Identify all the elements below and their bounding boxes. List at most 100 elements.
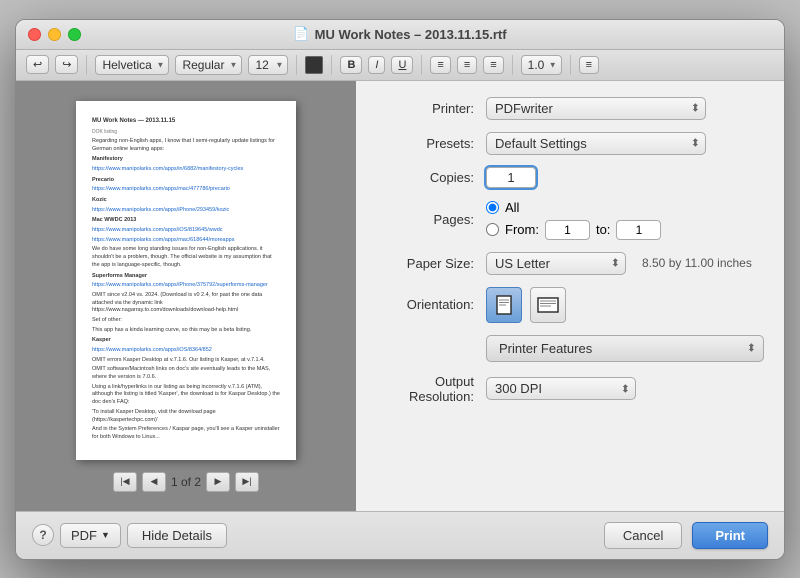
align-center-button[interactable]: ≡ xyxy=(457,56,477,74)
window-title: 📄 MU Work Notes – 2013.11.15.rtf xyxy=(293,26,506,42)
document-preview: MU Work Notes — 2013.11.15 DOK listing R… xyxy=(16,81,356,511)
minimize-button[interactable] xyxy=(48,28,61,41)
paper-size-select[interactable]: US Letter xyxy=(486,252,626,275)
underline-button[interactable]: U xyxy=(391,56,413,74)
pages-all-label: All xyxy=(505,200,519,215)
doc-icon: 📄 xyxy=(293,26,309,42)
toolbar-separator-6 xyxy=(570,55,571,75)
toolbar: ↩ ↪ Helvetica Regular 12 B I U ≡ ≡ ≡ xyxy=(16,50,784,81)
pages-to-label: to: xyxy=(596,222,610,237)
orientation-label: Orientation: xyxy=(376,297,486,312)
bold-button[interactable]: B xyxy=(340,56,362,74)
italic-button[interactable]: I xyxy=(368,56,385,74)
title-text: MU Work Notes – 2013.11.15.rtf xyxy=(315,27,507,42)
print-button[interactable]: Print xyxy=(692,522,768,549)
paper-size-row: Paper Size: US Letter 8.50 by 11.00 inch… xyxy=(376,252,764,275)
last-page-button[interactable]: ▶| xyxy=(235,472,259,492)
undo-button[interactable]: ↩ xyxy=(26,55,49,74)
toolbar-separator-4 xyxy=(421,55,422,75)
font-style-select[interactable]: Regular xyxy=(175,55,242,75)
window-controls xyxy=(28,28,81,41)
font-style-wrapper: Regular xyxy=(175,55,242,75)
printer-features-select-wrapper: Printer Features xyxy=(486,335,764,362)
bottom-left-controls: ? PDF ▼ Hide Details xyxy=(32,523,227,548)
page-info: 1 of 2 xyxy=(171,475,201,489)
pages-range-row: From: to: xyxy=(486,220,661,240)
printer-features-row: Printer Features xyxy=(376,335,764,362)
maximize-button[interactable] xyxy=(68,28,81,41)
pages-to-input[interactable] xyxy=(616,220,661,240)
prev-page-button[interactable]: ◀ xyxy=(142,472,166,492)
font-size-select[interactable]: 12 xyxy=(248,55,288,75)
copies-label: Copies: xyxy=(376,170,486,185)
pages-from-label: From: xyxy=(505,222,539,237)
title-bar: 📄 MU Work Notes – 2013.11.15.rtf xyxy=(16,20,784,50)
pages-all-radio[interactable] xyxy=(486,201,499,214)
page-navigation: |◀ ◀ 1 of 2 ▶ ▶| xyxy=(113,472,259,492)
output-resolution-label: Output Resolution: xyxy=(376,374,486,404)
pdf-button[interactable]: PDF ▼ xyxy=(60,523,121,548)
portrait-button[interactable] xyxy=(486,287,522,323)
orientation-control xyxy=(486,287,764,323)
pages-control: All From: to: xyxy=(486,200,764,240)
copies-row: Copies: xyxy=(376,167,764,188)
list-button[interactable]: ≡ xyxy=(579,56,599,74)
toolbar-separator-1 xyxy=(86,55,87,75)
printer-select-wrapper: PDFwriter xyxy=(486,97,706,120)
output-resolution-row: Output Resolution: 300 DPI xyxy=(376,374,764,404)
copies-control xyxy=(486,167,764,188)
help-button[interactable]: ? xyxy=(32,524,54,546)
printer-select[interactable]: PDFwriter xyxy=(486,97,706,120)
hide-details-button[interactable]: Hide Details xyxy=(127,523,227,548)
font-family-wrapper: Helvetica xyxy=(95,55,169,75)
print-options-panel: Printer: PDFwriter Presets: Default Sett… xyxy=(356,81,784,511)
bottom-right-controls: Cancel Print xyxy=(604,522,768,549)
pdf-label: PDF xyxy=(71,528,97,543)
pages-all-row: All xyxy=(486,200,661,215)
pages-from-radio[interactable] xyxy=(486,223,499,236)
first-page-button[interactable]: |◀ xyxy=(113,472,137,492)
toolbar-separator-3 xyxy=(331,55,332,75)
paper-size-label: Paper Size: xyxy=(376,256,486,271)
output-res-select-wrapper: 300 DPI xyxy=(486,377,636,400)
landscape-button[interactable] xyxy=(530,287,566,323)
main-content: MU Work Notes — 2013.11.15 DOK listing R… xyxy=(16,81,784,511)
line-spacing-wrapper: 1.0 xyxy=(521,55,562,75)
close-button[interactable] xyxy=(28,28,41,41)
text-color-button[interactable] xyxy=(305,56,323,74)
paper-size-control: US Letter 8.50 by 11.00 inches xyxy=(486,252,764,275)
presets-select-wrapper: Default Settings xyxy=(486,132,706,155)
presets-label: Presets: xyxy=(376,136,486,151)
output-resolution-select[interactable]: 300 DPI xyxy=(486,377,636,400)
output-resolution-control: 300 DPI xyxy=(486,377,764,400)
printer-features-select[interactable]: Printer Features xyxy=(486,335,764,362)
copies-input[interactable] xyxy=(486,167,536,188)
font-family-select[interactable]: Helvetica xyxy=(95,55,169,75)
pages-from-input[interactable] xyxy=(545,220,590,240)
doc-page: MU Work Notes — 2013.11.15 DOK listing R… xyxy=(76,101,296,460)
printer-row: Printer: PDFwriter xyxy=(376,97,764,120)
paper-size-select-wrapper: US Letter xyxy=(486,252,626,275)
cancel-button[interactable]: Cancel xyxy=(604,522,682,549)
print-dialog: 📄 MU Work Notes – 2013.11.15.rtf ↩ ↪ Hel… xyxy=(15,19,785,560)
orientation-row: Orientation: xyxy=(376,287,764,323)
pdf-arrow-icon: ▼ xyxy=(101,530,110,540)
pages-label: Pages: xyxy=(376,212,486,227)
redo-button[interactable]: ↪ xyxy=(55,55,78,74)
toolbar-separator-5 xyxy=(512,55,513,75)
printer-features-control: Printer Features xyxy=(486,335,764,362)
line-spacing-select[interactable]: 1.0 xyxy=(521,55,562,75)
paper-size-dimensions: 8.50 by 11.00 inches xyxy=(642,256,752,270)
pages-row: Pages: All From: to: xyxy=(376,200,764,240)
next-page-button[interactable]: ▶ xyxy=(206,472,230,492)
presets-select[interactable]: Default Settings xyxy=(486,132,706,155)
toolbar-separator-2 xyxy=(296,55,297,75)
font-size-wrapper: 12 xyxy=(248,55,288,75)
presets-control: Default Settings xyxy=(486,132,764,155)
presets-row: Presets: Default Settings xyxy=(376,132,764,155)
printer-control: PDFwriter xyxy=(486,97,764,120)
align-right-button[interactable]: ≡ xyxy=(483,56,503,74)
pages-radio-group: All From: to: xyxy=(486,200,661,240)
printer-label: Printer: xyxy=(376,101,486,116)
align-left-button[interactable]: ≡ xyxy=(430,56,450,74)
